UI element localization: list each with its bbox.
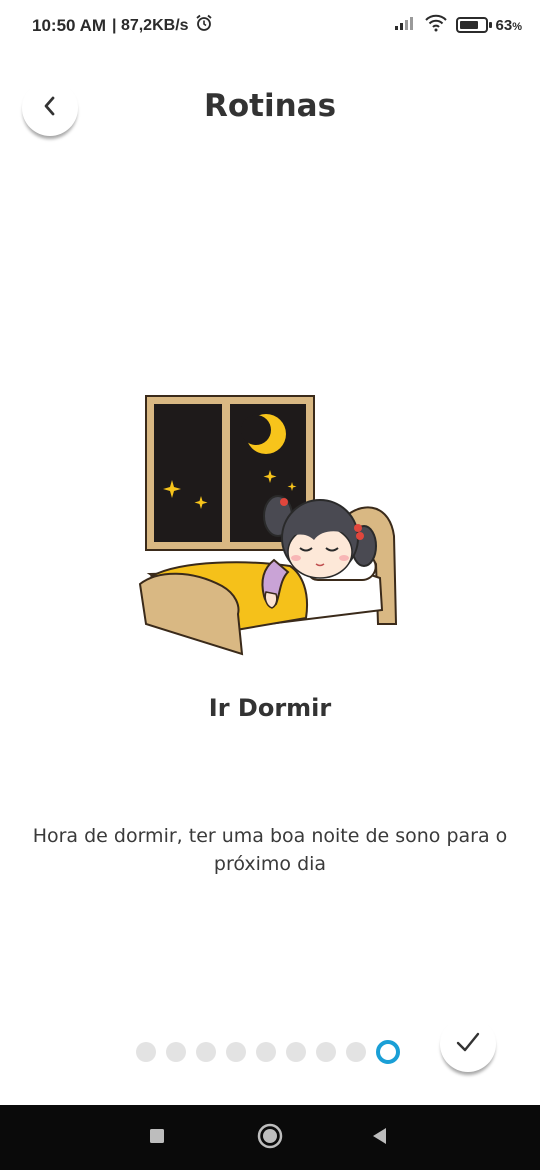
page-dot	[286, 1042, 306, 1062]
signal-icon	[394, 15, 416, 35]
done-button[interactable]	[440, 1016, 496, 1072]
page-dot	[346, 1042, 366, 1062]
status-left: 10:50 AM | 87,2KB/s	[32, 14, 213, 37]
wifi-icon	[424, 14, 448, 36]
status-time: 10:50 AM	[32, 15, 107, 35]
page-dot	[316, 1042, 336, 1062]
battery-icon	[455, 17, 492, 33]
home-circle-icon	[256, 1122, 284, 1154]
page-dot	[136, 1042, 156, 1062]
status-right: 63%	[394, 14, 522, 36]
back-triangle-icon	[370, 1126, 390, 1150]
checkmark-icon	[455, 1031, 481, 1057]
page-indicator	[136, 1040, 400, 1064]
page-dot	[226, 1042, 246, 1062]
page-dot	[196, 1042, 216, 1062]
home-button[interactable]	[235, 1105, 305, 1170]
routine-illustration	[130, 388, 410, 660]
battery-percent: 63%	[495, 16, 522, 34]
navigation-bar	[0, 1105, 540, 1170]
network-speed: | 87,2KB/s	[112, 16, 189, 34]
recents-square-icon	[148, 1127, 166, 1149]
alarm-icon	[195, 14, 213, 37]
routine-description: Hora de dormir, ter uma boa noite de son…	[32, 825, 508, 875]
page-dot	[256, 1042, 276, 1062]
recents-button[interactable]	[122, 1105, 192, 1170]
page-title: Rotinas	[203, 88, 337, 124]
system-back-button[interactable]	[345, 1105, 415, 1170]
page-dot-active	[376, 1040, 400, 1064]
routine-title: Ir Dormir	[208, 694, 332, 722]
status-bar: 10:50 AM | 87,2KB/s 63%	[0, 0, 540, 50]
page-dot	[166, 1042, 186, 1062]
